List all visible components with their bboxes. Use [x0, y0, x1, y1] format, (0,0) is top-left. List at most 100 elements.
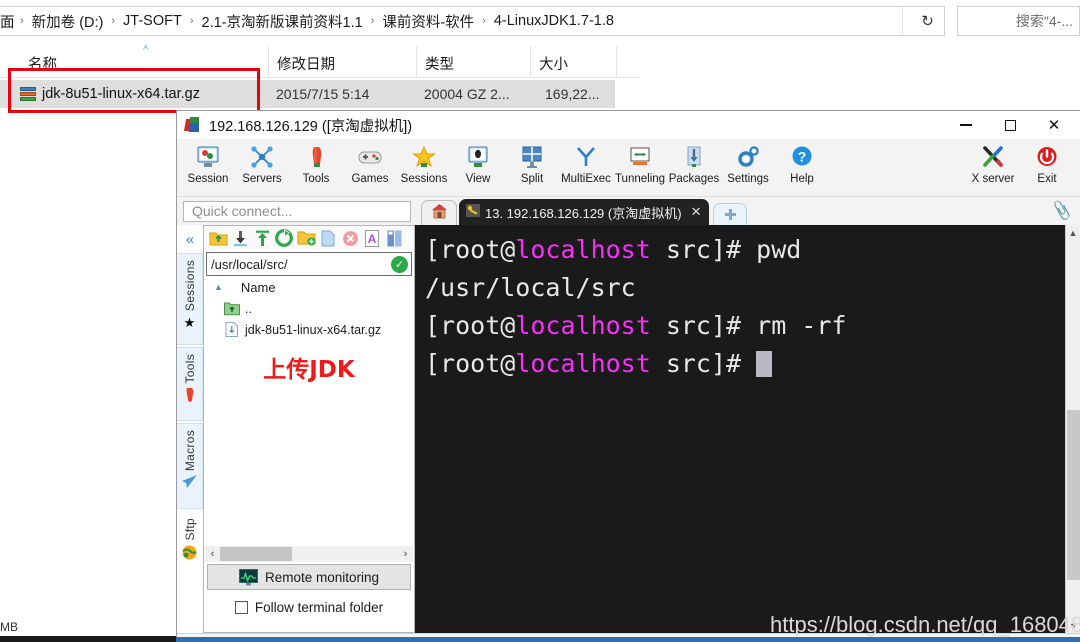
toolbar-label: X server	[971, 173, 1015, 185]
toolbar-button-tools[interactable]: Tools	[289, 139, 343, 185]
toolbar-button-servers[interactable]: Servers	[235, 139, 289, 185]
column-header-size[interactable]: 大小	[530, 46, 568, 78]
breadcrumb-item-drive[interactable]: 新加卷 (D:)	[29, 11, 107, 32]
scroll-up-icon[interactable]: ▲	[1066, 225, 1080, 240]
close-button[interactable]: ✕	[1032, 111, 1076, 139]
toolbar-button-split[interactable]: Split	[505, 139, 559, 185]
view-icon	[465, 142, 491, 172]
column-header-name[interactable]: 名称	[28, 46, 57, 78]
follow-terminal-folder-checkbox[interactable]	[234, 600, 248, 614]
maximize-button[interactable]	[988, 111, 1032, 139]
games-icon	[357, 142, 383, 172]
mobaxterm-body: « Sessions ★ Tools Macros Sftp A /usr/lo…	[177, 225, 1080, 633]
check-icon: ✓	[391, 255, 408, 273]
toolbar-button-packages[interactable]: Packages	[667, 139, 721, 185]
remote-monitoring-button[interactable]: Remote monitoring	[207, 564, 411, 590]
star-icon: ★	[183, 315, 196, 331]
breadcrumb-separator: ›	[189, 15, 194, 27]
scrollbar-thumb[interactable]	[220, 547, 292, 561]
sftp-horizontal-scrollbar[interactable]: ‹ ›	[205, 546, 413, 562]
toolbar-button-sessions[interactable]: Sessions	[397, 139, 451, 185]
list-item[interactable]: ..	[204, 298, 414, 319]
column-divider	[616, 46, 617, 78]
terminal-output: [root@localhost src]# pwd /usr/local/src…	[425, 235, 847, 378]
scroll-down-icon[interactable]: ▼	[1066, 618, 1080, 633]
compare-icon[interactable]	[384, 229, 404, 247]
sidebar-item-macros[interactable]: Macros	[177, 423, 203, 509]
breadcrumb-item-jdk[interactable]: 4-LinuxJDK1.7-1.8	[491, 13, 617, 29]
file-list-header: 名称 修改日期 类型 大小	[0, 46, 640, 78]
toolbar-button-tunneling[interactable]: Tunneling	[613, 139, 667, 185]
sidebar-item-tools[interactable]: Tools	[177, 347, 203, 421]
new-tab-button[interactable]	[713, 203, 748, 225]
sidebar-item-sftp[interactable]: Sftp	[177, 511, 203, 571]
toolbar-right-group: X server Exit	[966, 139, 1074, 185]
address-bar[interactable]: 面 › 新加卷 (D:) › JT-SOFT › 2.1-京淘新版课前资料1.1…	[0, 6, 937, 36]
new-folder-icon[interactable]	[296, 229, 316, 247]
mobaxterm-titlebar[interactable]: 192.168.126.129 ([京淘虚拟机]) ✕	[177, 111, 1080, 139]
upload-icon[interactable]	[252, 229, 272, 247]
toolbar-button-exit[interactable]: Exit	[1020, 139, 1074, 185]
toolbar-label: Settings	[727, 173, 769, 185]
minimize-button[interactable]	[944, 111, 988, 139]
file-type-cell: 20004 GZ 2...	[424, 86, 510, 102]
power-exit-icon	[1034, 142, 1060, 172]
toolbar-label: Tools	[302, 173, 330, 185]
toolbar-button-view[interactable]: View	[451, 139, 505, 185]
toolbar-main-group: Session Servers Tools Games Sessions Vie…	[181, 139, 829, 185]
sftp-path-row[interactable]: /usr/local/src/ ✓	[206, 252, 412, 276]
download-icon[interactable]	[230, 229, 250, 247]
red-annotation-text: 上传JDK	[263, 357, 355, 383]
sessions-star-icon	[411, 142, 437, 172]
scrollbar-thumb[interactable]	[1067, 410, 1080, 580]
toolbar-button-settings[interactable]: Settings	[721, 139, 775, 185]
toolbar-button-games[interactable]: Games	[343, 139, 397, 185]
help-icon: ?	[789, 142, 815, 172]
sidebar-item-sessions[interactable]: Sessions ★	[177, 253, 203, 345]
collapse-sidebar-button[interactable]: «	[177, 225, 203, 253]
home-icon	[431, 203, 448, 224]
column-header-modified[interactable]: 修改日期	[268, 46, 335, 78]
breadcrumb-item-software[interactable]: 课前资料-软件	[379, 11, 477, 32]
close-icon[interactable]: ✕	[691, 204, 702, 220]
breadcrumb-item-course[interactable]: 2.1-京淘新版课前资料1.1	[199, 11, 366, 32]
home-tab[interactable]	[421, 200, 457, 225]
mobaxterm-toolbar: Session Servers Tools Games Sessions Vie…	[177, 139, 1080, 197]
breadcrumb-item-jtsoft[interactable]: JT-SOFT	[120, 13, 185, 29]
column-header-type[interactable]: 类型	[416, 46, 454, 78]
table-row[interactable]: jdk-8u51-linux-x64.tar.gz 2015/7/15 5:14…	[0, 80, 615, 108]
search-input[interactable]: 搜索"4-...	[957, 6, 1080, 36]
sftp-path-input[interactable]: /usr/local/src/	[207, 257, 391, 272]
sort-ascending-icon: ▲	[214, 282, 223, 292]
bottom-accent-line	[176, 637, 1080, 642]
toolbar-button-help[interactable]: ? Help	[775, 139, 829, 185]
paperclip-icon[interactable]: 📎	[1050, 199, 1074, 223]
tab-active-session[interactable]: 13. 192.168.126.129 (京淘虚拟机) ✕	[459, 199, 710, 225]
scroll-right-icon[interactable]: ›	[398, 548, 413, 560]
new-file-icon[interactable]	[318, 229, 338, 247]
mobaxterm-logo-icon	[183, 117, 203, 133]
file-modified-cell: 2015/7/15 5:14	[276, 86, 370, 102]
toolbar-button-x-server[interactable]: X server	[966, 139, 1020, 185]
screenshot-root: 面 › 新加卷 (D:) › JT-SOFT › 2.1-京淘新版课前资料1.1…	[0, 0, 1080, 642]
settings-gear-icon	[735, 142, 761, 172]
refresh-icon[interactable]	[274, 229, 294, 247]
follow-terminal-folder-row[interactable]: Follow terminal folder	[207, 594, 411, 620]
scroll-left-icon[interactable]: ‹	[205, 548, 220, 560]
delete-icon[interactable]	[340, 229, 360, 247]
text-mode-icon[interactable]: A	[362, 229, 382, 247]
tab-label: 13. 192.168.126.129 (京淘虚拟机)	[485, 205, 682, 221]
breadcrumb[interactable]: 面 › 新加卷 (D:) › JT-SOFT › 2.1-京淘新版课前资料1.1…	[0, 11, 902, 32]
toolbar-button-session[interactable]: Session	[181, 139, 235, 185]
svg-text:?: ?	[798, 149, 807, 165]
terminal-pane[interactable]: [root@localhost src]# pwd /usr/local/src…	[415, 225, 1080, 633]
list-item[interactable]: jdk-8u51-linux-x64.tar.gz	[204, 319, 414, 340]
file-size-cell: 169,22...	[545, 86, 600, 102]
breadcrumb-item-clipped[interactable]: 面	[0, 11, 15, 32]
toolbar-button-multiexec[interactable]: MultiExec	[559, 139, 613, 185]
refresh-icon[interactable]: ↻	[911, 6, 945, 36]
parent-folder-icon[interactable]	[208, 229, 228, 247]
quick-connect-input[interactable]: Quick connect...	[183, 200, 411, 222]
sftp-list-header[interactable]: ▲ Name	[204, 276, 414, 298]
terminal-vertical-scrollbar[interactable]: ▲ ▼	[1065, 225, 1080, 633]
